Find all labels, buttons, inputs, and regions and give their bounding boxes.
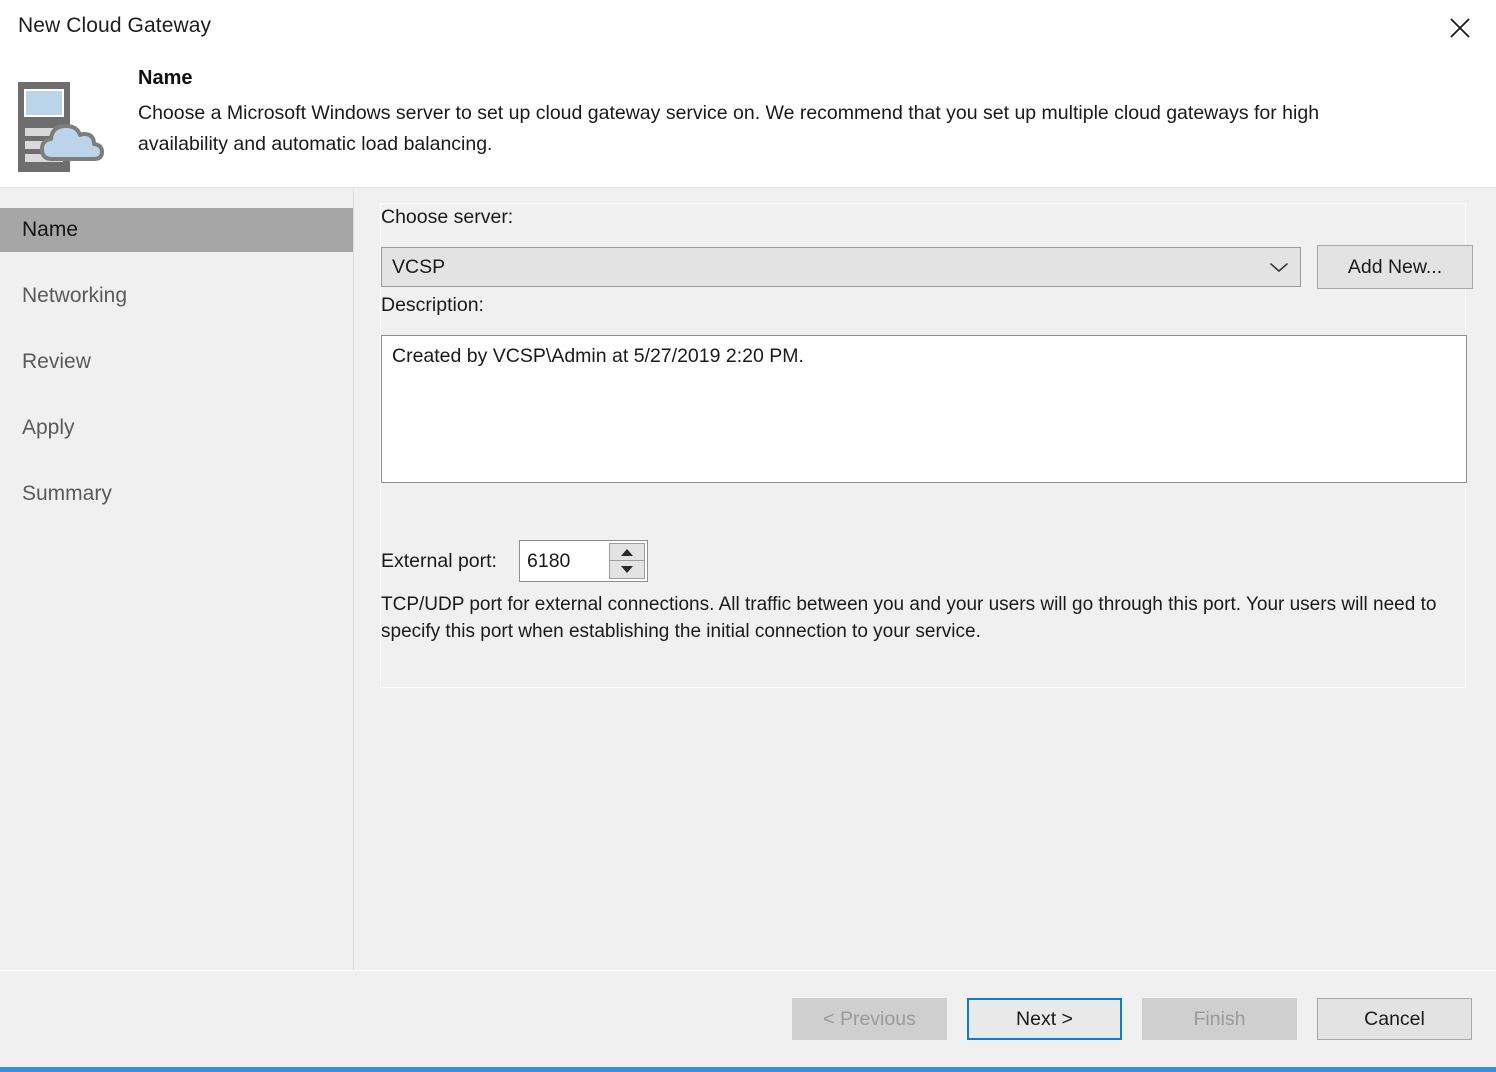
dialog-footer: < Previous Next > Finish Cancel bbox=[0, 970, 1496, 1067]
sidebar-item-summary[interactable]: Summary bbox=[0, 472, 353, 516]
cloud-gateway-server-icon bbox=[10, 76, 114, 180]
choose-server-label: Choose server: bbox=[381, 206, 514, 228]
cancel-button[interactable]: Cancel bbox=[1317, 998, 1472, 1040]
sidebar-item-review[interactable]: Review bbox=[0, 340, 353, 384]
choose-server-value: VCSP bbox=[392, 255, 446, 278]
description-label: Description: bbox=[381, 294, 484, 316]
previous-button[interactable]: < Previous bbox=[792, 998, 947, 1040]
chevron-down-icon bbox=[1258, 261, 1300, 274]
form-panel: Choose server: VCSP Add New... Descripti… bbox=[354, 188, 1496, 970]
wizard-step-sidebar: Name Networking Review Apply Summary bbox=[0, 188, 354, 970]
spinner-up-arrow-icon[interactable] bbox=[609, 543, 645, 561]
sidebar-item-networking[interactable]: Networking bbox=[0, 274, 353, 318]
choose-server-combobox[interactable]: VCSP bbox=[381, 247, 1301, 287]
external-port-label: External port: bbox=[381, 550, 497, 572]
new-cloud-gateway-dialog: New Cloud Gateway Name Choose a Microsof… bbox=[0, 0, 1496, 1072]
sidebar-item-name[interactable]: Name bbox=[0, 208, 353, 252]
external-port-hint: TCP/UDP port for external connections. A… bbox=[381, 594, 1437, 642]
description-textarea[interactable]: Created by VCSP\Admin at 5/27/2019 2:20 … bbox=[381, 335, 1467, 483]
external-port-stepper[interactable]: 6180 bbox=[519, 540, 648, 582]
header-text-block: Name Choose a Microsoft Windows server t… bbox=[138, 66, 1436, 160]
dialog-body: Name Networking Review Apply Summary Cho… bbox=[0, 188, 1496, 970]
description-value: Created by VCSP\Admin at 5/27/2019 2:20 … bbox=[392, 345, 804, 367]
dialog-header: New Cloud Gateway Name Choose a Microsof… bbox=[0, 0, 1496, 188]
spinner-buttons bbox=[609, 543, 645, 579]
window-title: New Cloud Gateway bbox=[18, 14, 212, 37]
next-button[interactable]: Next > bbox=[967, 998, 1122, 1040]
sidebar-item-apply[interactable]: Apply bbox=[0, 406, 353, 450]
footer-button-group: < Previous Next > Finish Cancel bbox=[792, 998, 1472, 1040]
close-icon[interactable] bbox=[1432, 4, 1488, 52]
page-title: Name bbox=[138, 67, 193, 89]
spinner-down-arrow-icon[interactable] bbox=[609, 561, 645, 579]
page-description: Choose a Microsoft Windows server to set… bbox=[138, 102, 1320, 155]
finish-button[interactable]: Finish bbox=[1142, 998, 1297, 1040]
external-port-value: 6180 bbox=[527, 549, 571, 572]
add-new-button[interactable]: Add New... bbox=[1317, 245, 1473, 289]
